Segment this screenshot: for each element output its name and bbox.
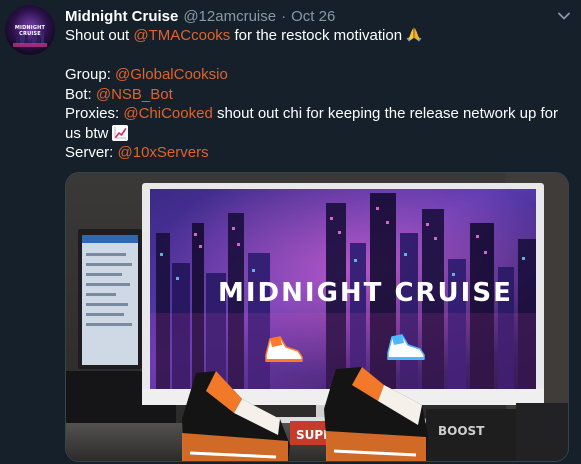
photo-illustration: MIDNIGHT CRUISE BOOST SUPRE [66, 173, 568, 461]
tweet-header: Midnight Cruise @12amcruise · Oct 26 [65, 5, 335, 27]
text-segment: for the restock motivation [230, 27, 403, 44]
label-text: Group: [65, 66, 116, 83]
display-name[interactable]: Midnight Cruise [65, 8, 178, 25]
folded-hands-icon [406, 27, 422, 42]
chart-increasing-icon [112, 124, 129, 141]
screen-title-text: MIDNIGHT CRUISE [218, 278, 513, 308]
text-segment: Shout out [65, 27, 134, 44]
tweet-text: Shout out @TMACcooks for the restock mot… [65, 26, 575, 163]
user-handle[interactable]: @12amcruise [183, 8, 276, 25]
box-text: BOOST [438, 424, 485, 438]
avatar-logo-text: MIDNIGHT CRUISE [14, 25, 46, 37]
tweet-card[interactable]: MIDNIGHT CRUISE Midnight Cruise @12amcru… [0, 0, 581, 464]
label-text: Bot: [65, 85, 96, 103]
chevron-down-icon[interactable] [557, 9, 571, 23]
tweet-line-proxies: Proxies: @ChiCooked shout out chi for ke… [65, 104, 575, 143]
label-text: Proxies: [65, 105, 124, 122]
tweet-line-group: Group: @GlobalCooksio [65, 65, 575, 85]
separator-dot: · [281, 7, 287, 25]
label-text: Server: [65, 144, 118, 161]
tweet-line-1: Shout out @TMACcooks for the restock mot… [65, 26, 575, 46]
mention-link[interactable]: @GlobalCooksio [115, 66, 228, 83]
mention-link[interactable]: @TMACcooks [133, 27, 230, 44]
tweet-photo[interactable]: MIDNIGHT CRUISE BOOST SUPRE [65, 172, 569, 462]
mention-link[interactable]: @ChiCooked [123, 105, 212, 122]
avatar[interactable]: MIDNIGHT CRUISE [5, 5, 55, 55]
mention-link[interactable]: @NSB_Bot [96, 86, 173, 103]
tweet-line-bot: Bot: @NSB_Bot [65, 85, 575, 105]
tweet-line-server: Server: @10xServers [65, 143, 575, 163]
mention-link[interactable]: @10xServers [118, 144, 209, 161]
tweet-date[interactable]: Oct 26 [291, 8, 335, 25]
